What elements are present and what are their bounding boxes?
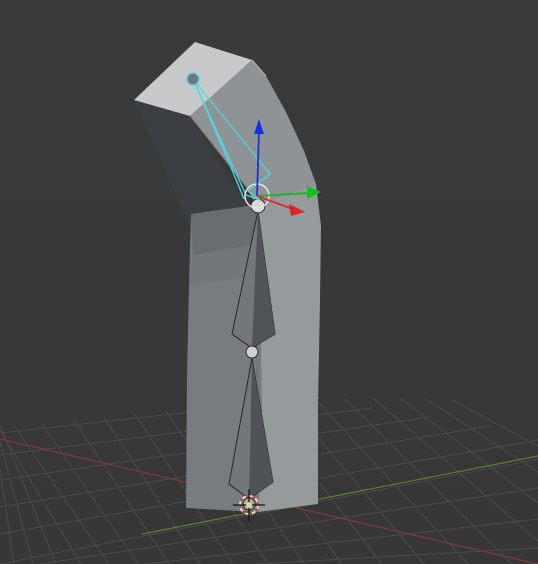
bone-1-tail-joint[interactable]: [245, 345, 259, 359]
viewport-canvas[interactable]: [0, 0, 538, 564]
3d-viewport[interactable]: [0, 0, 538, 564]
